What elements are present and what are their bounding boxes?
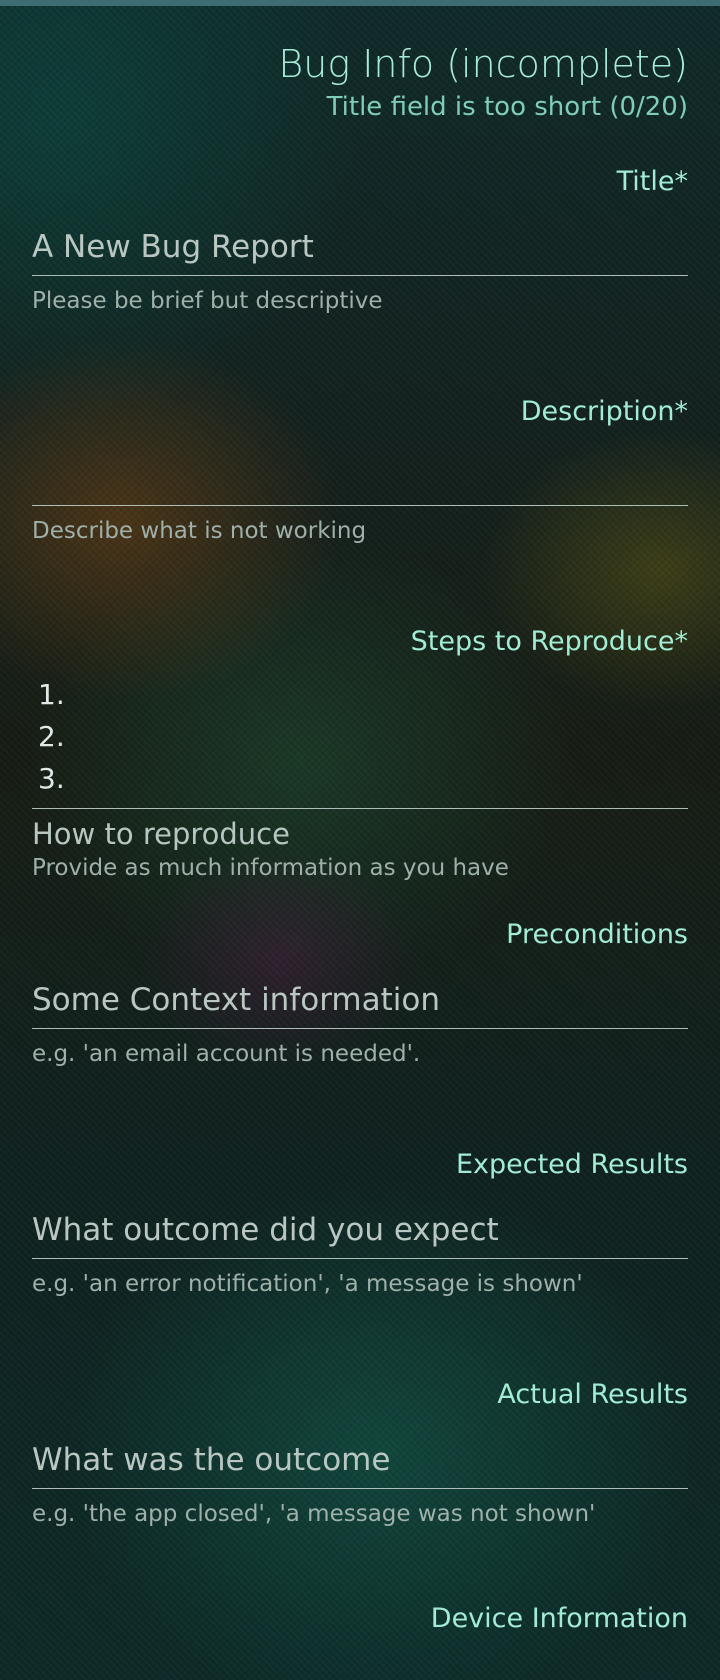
- device-label: Device Information: [430, 1603, 688, 1634]
- actual-label: Actual Results: [497, 1379, 688, 1410]
- title-hint: Please be brief but descriptive: [32, 288, 383, 314]
- step-line-1: 1.: [38, 678, 65, 711]
- preconditions-hint: e.g. 'an email account is needed'.: [32, 1041, 421, 1067]
- preconditions-input[interactable]: Some Context information: [32, 980, 688, 1029]
- preconditions-section: Preconditions Some Context information e…: [32, 917, 688, 1069]
- description-hint: Describe what is not working: [32, 518, 367, 544]
- actual-hint: e.g. 'the app closed', 'a message was no…: [32, 1501, 596, 1527]
- description-section: Description* Describe what is not workin…: [32, 394, 688, 546]
- expected-input[interactable]: What outcome did you expect: [32, 1210, 688, 1259]
- description-label: Description*: [520, 396, 688, 427]
- expected-section: Expected Results What outcome did you ex…: [32, 1147, 688, 1299]
- actual-section: Actual Results What was the outcome e.g.…: [32, 1377, 688, 1529]
- steps-label: Steps to Reproduce*: [410, 626, 688, 657]
- page-title: Bug Info (incomplete): [278, 42, 688, 86]
- title-section: Title* A New Bug Report Please be brief …: [32, 164, 688, 316]
- preconditions-label: Preconditions: [506, 919, 688, 950]
- step-line-2: 2.: [38, 720, 65, 753]
- expected-hint: e.g. 'an error notification', 'a message…: [32, 1271, 583, 1297]
- expected-label: Expected Results: [455, 1149, 688, 1180]
- device-section: Device Information: [32, 1601, 688, 1637]
- page-header: Bug Info (incomplete) Title field is too…: [32, 0, 688, 124]
- title-input[interactable]: A New Bug Report: [32, 227, 688, 276]
- steps-section: Steps to Reproduce* 1. 2. 3. How to repr…: [32, 624, 688, 883]
- title-label: Title*: [616, 166, 688, 197]
- validation-message: Title field is too short (0/20): [326, 92, 688, 122]
- description-input[interactable]: [32, 457, 688, 506]
- bug-report-form: Bug Info (incomplete) Title field is too…: [32, 0, 688, 1637]
- step-line-3: 3.: [38, 762, 65, 795]
- actual-input[interactable]: What was the outcome: [32, 1440, 688, 1489]
- steps-hint: Provide as much information as you have: [32, 855, 509, 881]
- steps-input[interactable]: 1. 2. 3.: [32, 674, 688, 809]
- steps-hint-title: How to reproduce: [32, 817, 290, 851]
